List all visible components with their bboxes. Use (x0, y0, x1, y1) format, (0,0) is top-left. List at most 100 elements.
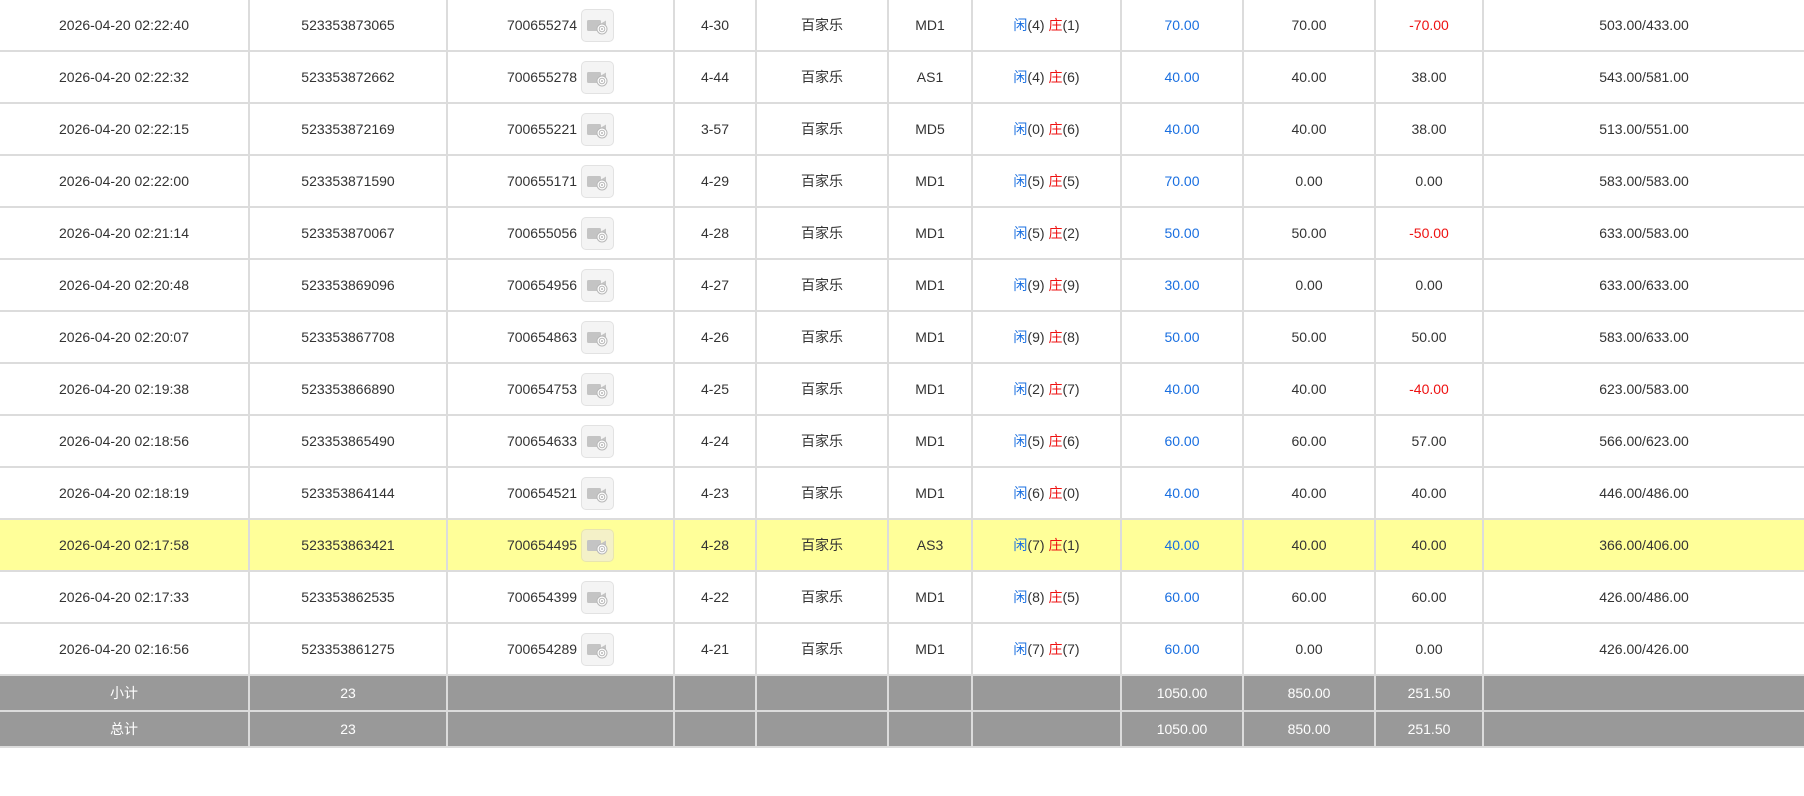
result-cell: 闲(9) 庄(8) (971, 310, 1122, 364)
video-replay-button[interactable] (581, 320, 615, 354)
video-replay-button[interactable] (581, 8, 615, 42)
player-points: (5) (1027, 433, 1045, 449)
bet-time-cell: 2026-04-20 02:18:56 (0, 414, 250, 468)
video-replay-button[interactable] (581, 112, 615, 146)
win-loss-cell: -50.00 (1374, 206, 1484, 260)
player-label: 闲 (1013, 69, 1028, 85)
table-row[interactable]: 2026-04-20 02:22:00 523353871590 7006551… (0, 154, 1804, 208)
win-loss-cell: 0.00 (1374, 258, 1484, 312)
totals-win-loss: 251.50 (1374, 710, 1484, 748)
bet-time-cell: 2026-04-20 02:21:14 (0, 206, 250, 260)
table-name-cell: MD1 (887, 414, 973, 468)
video-replay-icon (587, 591, 608, 606)
table-row[interactable]: 2026-04-20 02:22:32 523353872662 7006552… (0, 50, 1804, 104)
balance-cell: 583.00/583.00 (1482, 154, 1804, 208)
shoe-cell: 4-21 (673, 622, 757, 676)
banker-label: 庄 (1048, 381, 1063, 397)
bet-amount-cell: 50.00 (1120, 310, 1244, 364)
bet-number-cell: 523353873065 (248, 0, 448, 52)
table-row[interactable]: 2026-04-20 02:22:40 523353873065 7006552… (0, 0, 1804, 52)
video-replay-button[interactable] (581, 60, 615, 94)
video-replay-button[interactable] (581, 476, 615, 510)
valid-bet-cell: 60.00 (1242, 570, 1376, 624)
balance-cell: 366.00/406.00 (1482, 518, 1804, 572)
valid-bet-cell: 40.00 (1242, 466, 1376, 520)
bet-time-cell: 2026-04-20 02:20:07 (0, 310, 250, 364)
video-replay-button[interactable] (581, 580, 615, 614)
result-cell: 闲(5) 庄(6) (971, 414, 1122, 468)
balance-cell: 503.00/433.00 (1482, 0, 1804, 52)
shoe-cell: 4-25 (673, 362, 757, 416)
bet-number-cell: 523353866890 (248, 362, 448, 416)
table-name-cell: MD1 (887, 206, 973, 260)
balance-cell: 623.00/583.00 (1482, 362, 1804, 416)
totals-win-loss: 251.50 (1374, 674, 1484, 712)
game-name-cell: 百家乐 (755, 570, 889, 624)
table-row[interactable]: 2026-04-20 02:17:58 523353863421 7006544… (0, 518, 1804, 572)
valid-bet-cell: 70.00 (1242, 0, 1376, 52)
result-cell: 闲(5) 庄(2) (971, 206, 1122, 260)
bet-time-cell: 2026-04-20 02:19:38 (0, 362, 250, 416)
video-replay-icon (587, 539, 608, 554)
balance-cell: 426.00/486.00 (1482, 570, 1804, 624)
bet-time-cell: 2026-04-20 02:18:19 (0, 466, 250, 520)
video-replay-button[interactable] (581, 268, 615, 302)
game-name-cell: 百家乐 (755, 206, 889, 260)
balance-cell: 566.00/623.00 (1482, 414, 1804, 468)
valid-bet-cell: 40.00 (1242, 362, 1376, 416)
totals-bet-amount: 1050.00 (1120, 674, 1244, 712)
bet-amount-cell: 70.00 (1120, 0, 1244, 52)
win-loss-cell: 0.00 (1374, 154, 1484, 208)
player-points: (5) (1027, 225, 1045, 241)
video-replay-button[interactable] (581, 216, 615, 250)
totals-count: 23 (248, 674, 448, 712)
banker-label: 庄 (1048, 485, 1063, 501)
round-number-cell: 700655056 (446, 206, 675, 260)
win-loss-cell: -70.00 (1374, 0, 1484, 52)
video-replay-button[interactable] (581, 632, 615, 666)
round-number: 700654956 (506, 277, 578, 293)
banker-points: (6) (1062, 121, 1080, 137)
table-name-cell: MD1 (887, 622, 973, 676)
table-name-cell: MD1 (887, 154, 973, 208)
bet-time-cell: 2026-04-20 02:22:00 (0, 154, 250, 208)
video-replay-button[interactable] (581, 164, 615, 198)
round-number-cell: 700654495 (446, 518, 675, 572)
video-replay-button[interactable] (581, 528, 615, 562)
bet-amount-cell: 60.00 (1120, 622, 1244, 676)
result-cell: 闲(2) 庄(7) (971, 362, 1122, 416)
table-name-cell: AS1 (887, 50, 973, 104)
bet-number-cell: 523353871590 (248, 154, 448, 208)
shoe-cell: 4-44 (673, 50, 757, 104)
result-cell: 闲(8) 庄(5) (971, 570, 1122, 624)
empty-cell (446, 710, 675, 748)
video-replay-button[interactable] (581, 424, 615, 458)
table-row[interactable]: 2026-04-20 02:19:38 523353866890 7006547… (0, 362, 1804, 416)
table-row[interactable]: 2026-04-20 02:18:56 523353865490 7006546… (0, 414, 1804, 468)
shoe-cell: 4-28 (673, 206, 757, 260)
table-row[interactable]: 2026-04-20 02:20:48 523353869096 7006549… (0, 258, 1804, 312)
banker-points: (8) (1062, 329, 1080, 345)
round-number-cell: 700654521 (446, 466, 675, 520)
result-cell: 闲(7) 庄(7) (971, 622, 1122, 676)
empty-cell (1482, 710, 1804, 748)
table-row[interactable]: 2026-04-20 02:22:15 523353872169 7006552… (0, 102, 1804, 156)
game-name-cell: 百家乐 (755, 258, 889, 312)
bet-number-cell: 523353862535 (248, 570, 448, 624)
video-replay-button[interactable] (581, 372, 615, 406)
table-row[interactable]: 2026-04-20 02:17:33 523353862535 7006543… (0, 570, 1804, 624)
banker-label: 庄 (1048, 329, 1063, 345)
table-row[interactable]: 2026-04-20 02:20:07 523353867708 7006548… (0, 310, 1804, 364)
balance-cell: 583.00/633.00 (1482, 310, 1804, 364)
table-row[interactable]: 2026-04-20 02:16:56 523353861275 7006542… (0, 622, 1804, 676)
game-name-cell: 百家乐 (755, 518, 889, 572)
round-number-cell: 700654399 (446, 570, 675, 624)
shoe-cell: 4-29 (673, 154, 757, 208)
table-row[interactable]: 2026-04-20 02:18:19 523353864144 7006545… (0, 466, 1804, 520)
player-label: 闲 (1013, 173, 1028, 189)
banker-label: 庄 (1048, 225, 1063, 241)
table-row[interactable]: 2026-04-20 02:21:14 523353870067 7006550… (0, 206, 1804, 260)
game-name-cell: 百家乐 (755, 310, 889, 364)
table-name-cell: MD1 (887, 362, 973, 416)
valid-bet-cell: 60.00 (1242, 414, 1376, 468)
